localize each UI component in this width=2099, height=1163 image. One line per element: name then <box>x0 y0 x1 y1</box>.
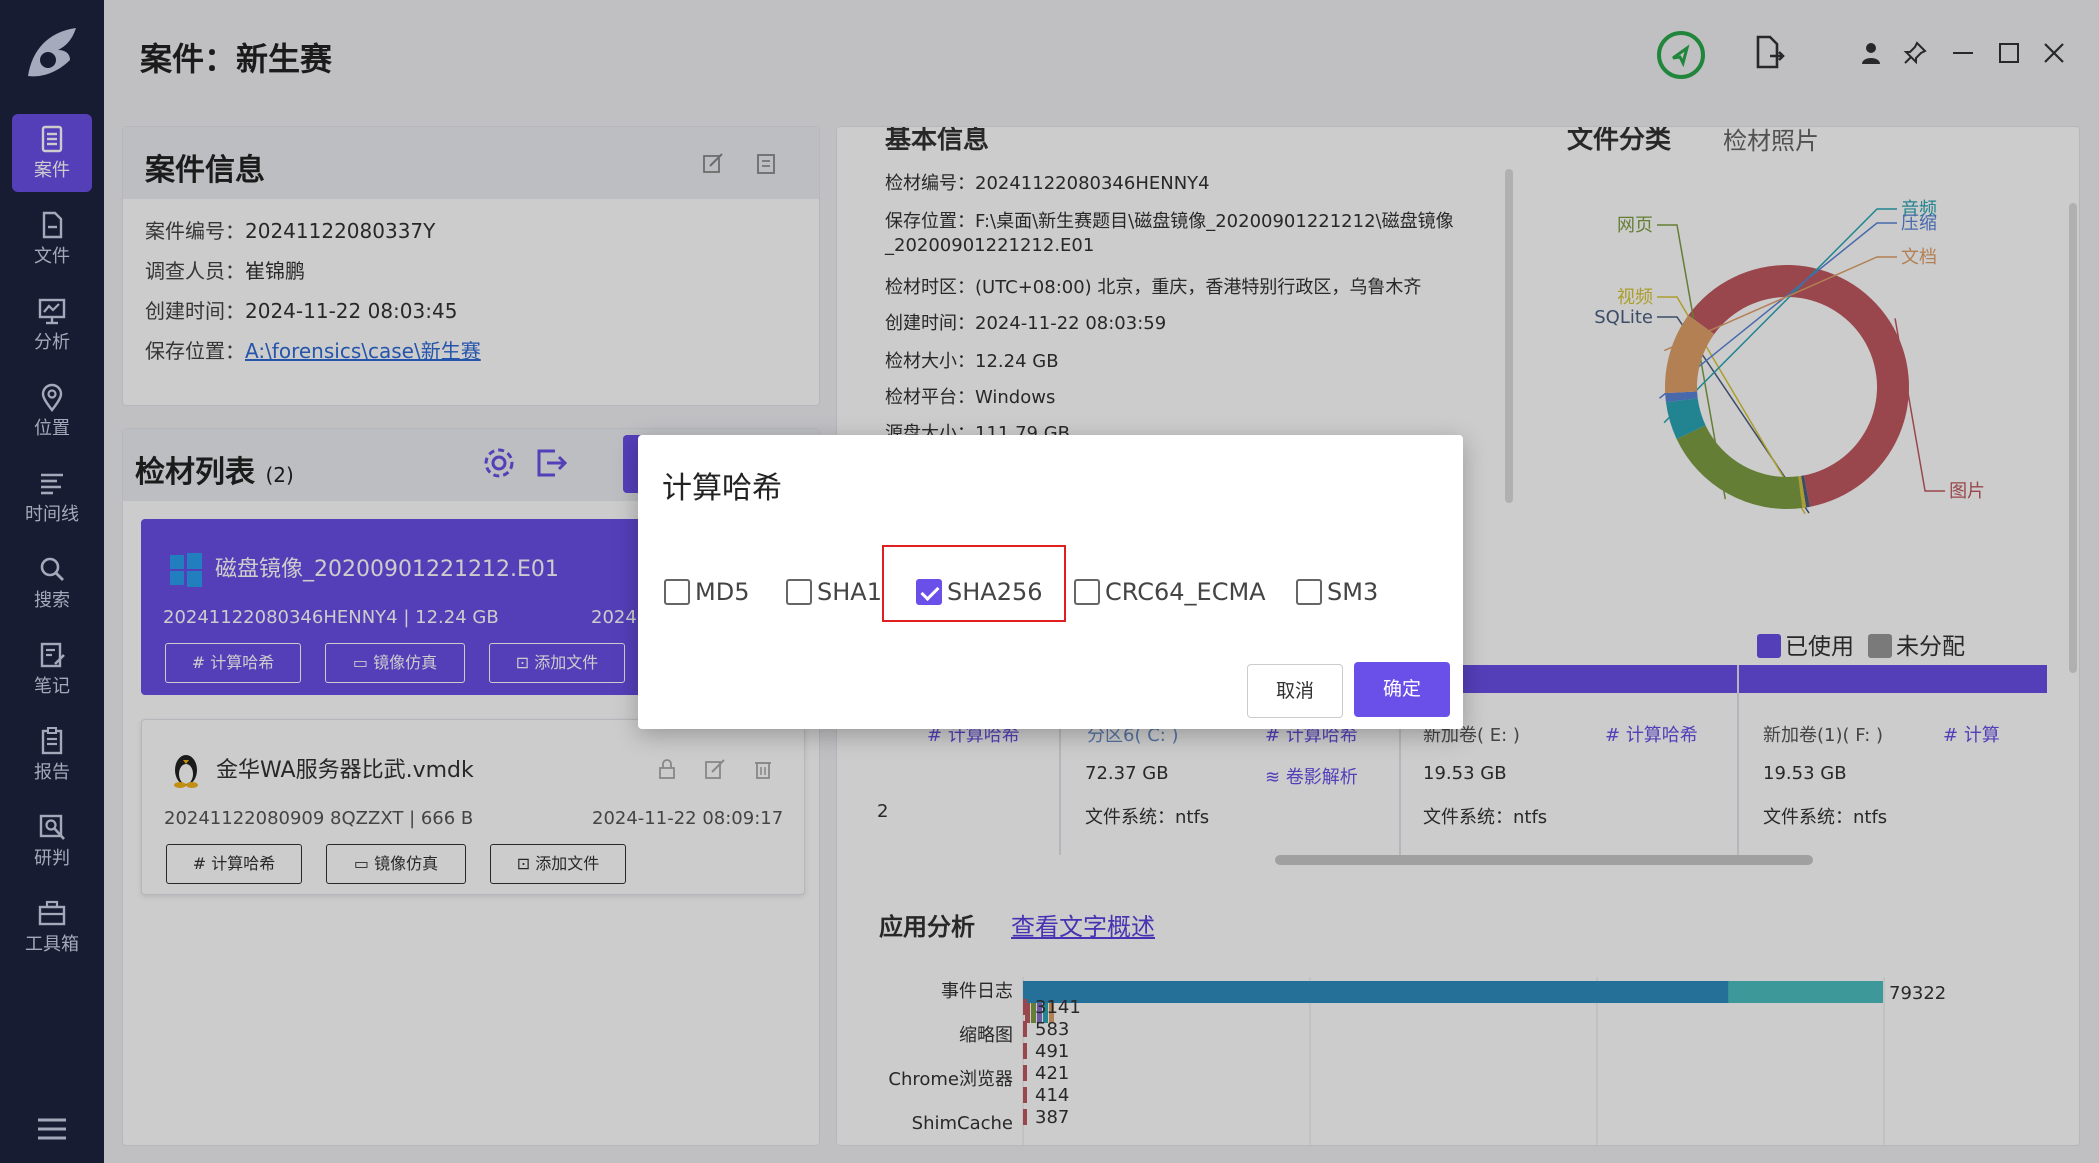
md5-checkbox-box <box>664 579 690 605</box>
crc64-label: CRC64_ECMA <box>1105 578 1266 606</box>
sm3-label: SM3 <box>1327 578 1379 606</box>
md5-label: MD5 <box>695 578 750 606</box>
sha1-checkbox-box <box>786 579 812 605</box>
confirm-button[interactable]: 确定 <box>1354 662 1450 717</box>
cancel-button[interactable]: 取消 <box>1247 664 1343 718</box>
crc64-checkbox-box <box>1074 579 1100 605</box>
sha1-checkbox[interactable]: SHA1 <box>786 576 882 608</box>
hash-dialog-title: 计算哈希 <box>662 471 782 506</box>
sm3-checkbox-box <box>1296 579 1322 605</box>
hash-dialog: 计算哈希 MD5 SHA1 SHA256 CRC64_ECMA SM3 取消 确… <box>638 435 1463 729</box>
sm3-checkbox[interactable]: SM3 <box>1296 576 1378 608</box>
sha1-label: SHA1 <box>817 578 882 606</box>
sha256-highlight <box>882 545 1066 622</box>
md5-checkbox[interactable]: MD5 <box>664 576 749 608</box>
crc64-checkbox[interactable]: CRC64_ECMA <box>1074 576 1266 608</box>
